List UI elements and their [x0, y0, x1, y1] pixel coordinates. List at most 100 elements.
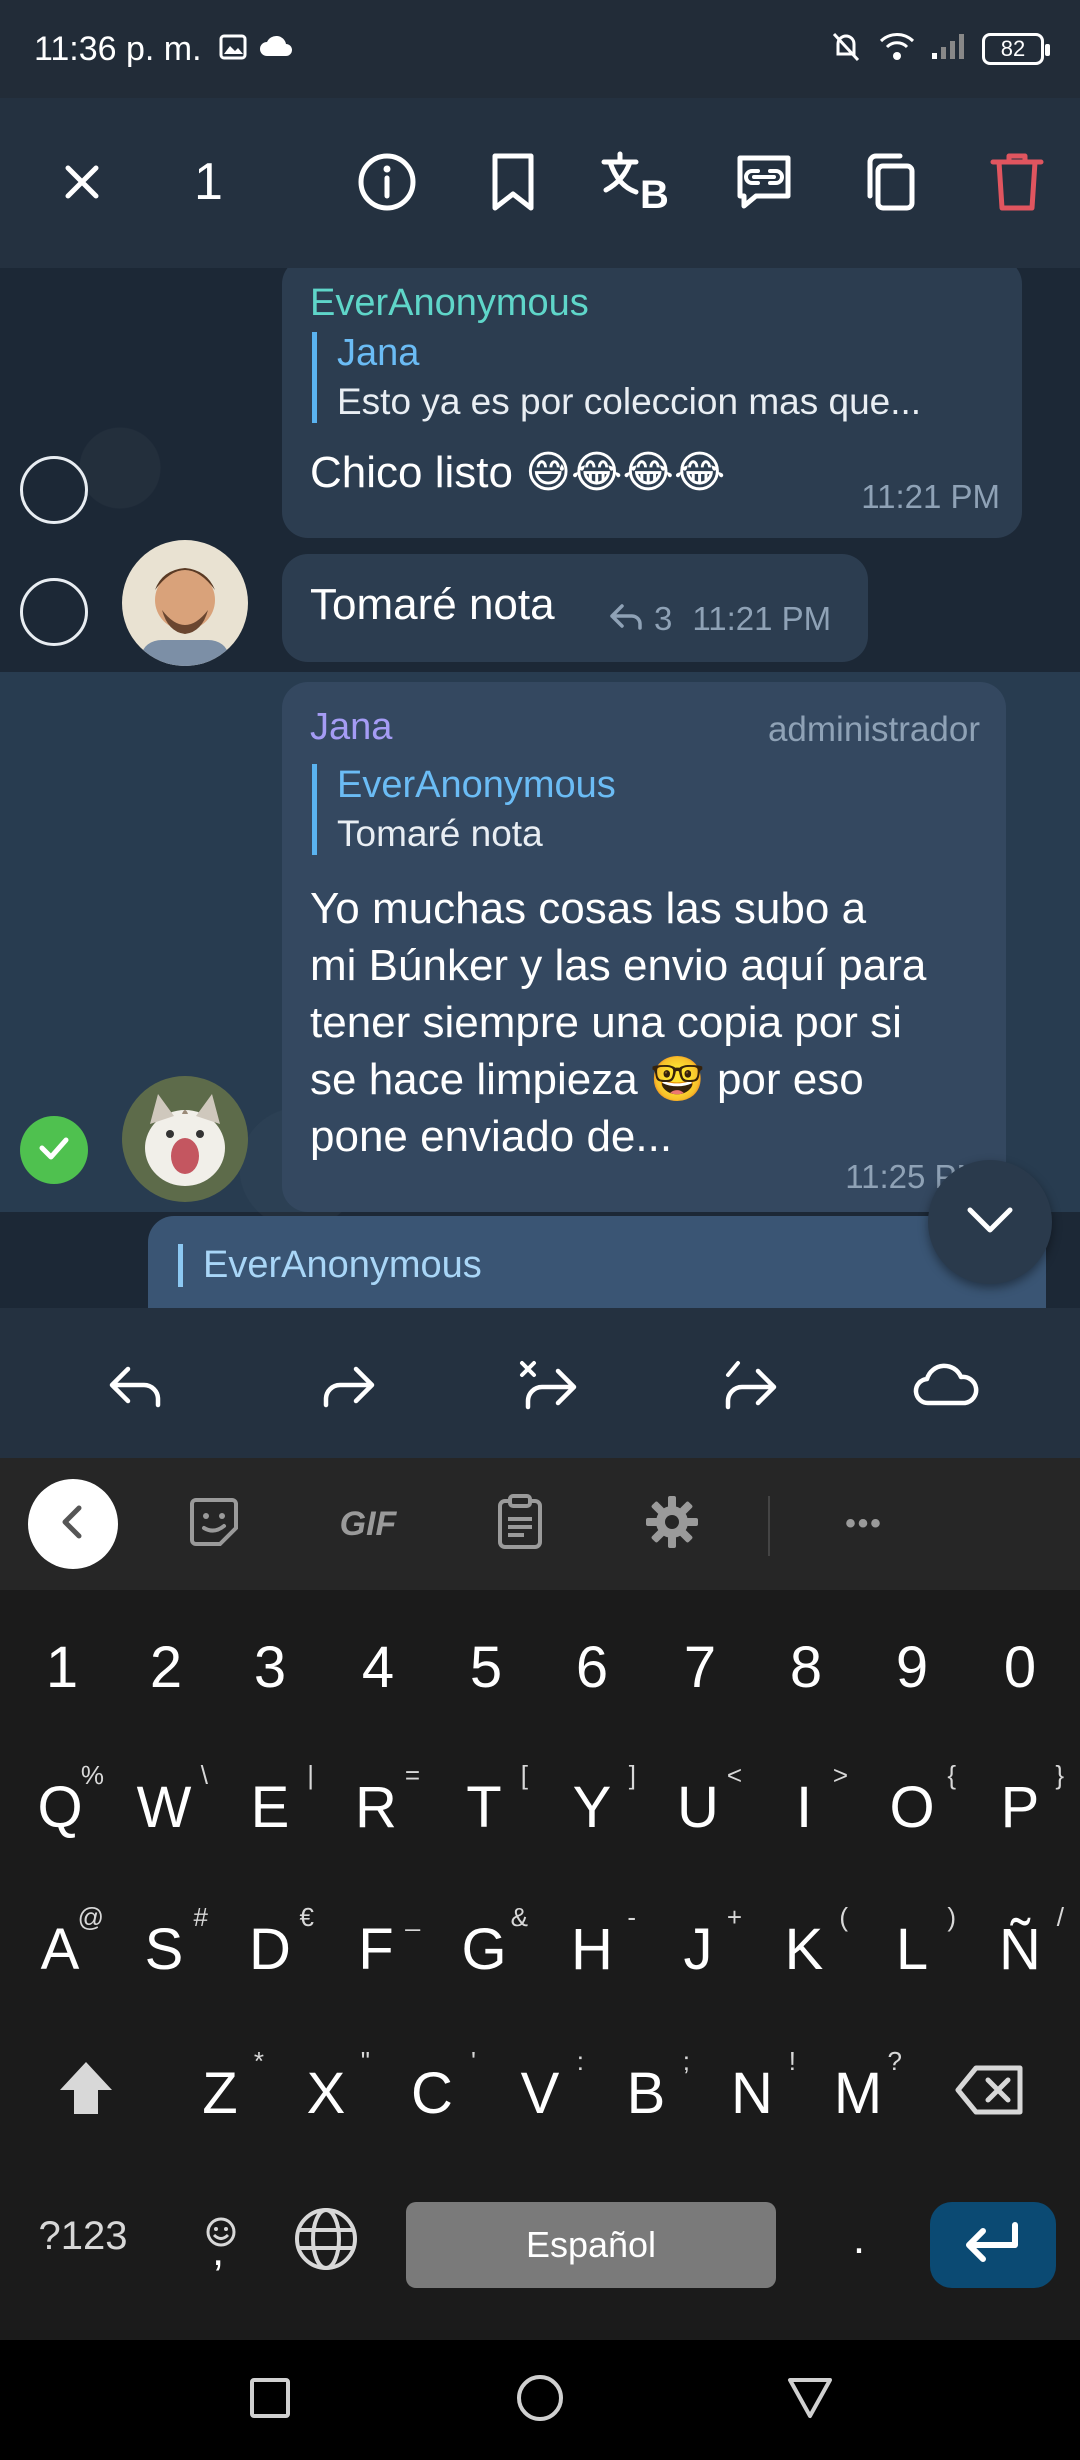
reply-quote[interactable]: Jana Esto ya es por coleccion mas que...	[312, 332, 1002, 423]
key-s[interactable]: S #	[134, 1902, 208, 1983]
reply-quote[interactable]: EverAnonymous Tomaré nota	[312, 764, 972, 855]
scroll-down-button[interactable]	[928, 1160, 1052, 1284]
key-f[interactable]: F _	[346, 1902, 420, 1983]
message-text: Chico listo 😅😂😂😂	[310, 448, 726, 497]
reply-sender: Jana	[337, 332, 420, 374]
message-select-checkbox[interactable]	[20, 456, 88, 524]
key-b[interactable]: B;	[616, 2046, 690, 2127]
period-key[interactable]: .	[834, 2214, 884, 2264]
space-bar[interactable]: Español	[406, 2202, 776, 2288]
key-q[interactable]: Q%	[30, 1760, 104, 1841]
gif-button[interactable]: GIF	[326, 1488, 410, 1560]
sticker-button[interactable]	[178, 1488, 250, 1560]
save-message-button[interactable]	[477, 148, 549, 220]
key-4[interactable]: 4	[348, 1634, 408, 1701]
forward-without-quote-button[interactable]	[512, 1352, 584, 1424]
message-select-checkbox-checked[interactable]	[20, 1116, 88, 1184]
key-w[interactable]: W \	[134, 1760, 208, 1841]
key-8[interactable]: 8	[776, 1634, 836, 1701]
key-5[interactable]: 5	[456, 1634, 516, 1701]
copy-link-button[interactable]	[728, 148, 800, 220]
key-2[interactable]: 2	[136, 1634, 196, 1701]
key-k[interactable]: K(	[774, 1902, 848, 1983]
back-button[interactable]	[774, 2364, 846, 2436]
key-g[interactable]: G &	[454, 1902, 528, 1983]
key-3[interactable]: 3	[240, 1634, 300, 1701]
info-button[interactable]	[351, 148, 423, 220]
keyboard-back-button[interactable]	[28, 1479, 118, 1569]
backspace-key[interactable]	[950, 2058, 1030, 2130]
key-h[interactable]: H-	[562, 1902, 636, 1983]
key-n-tilde[interactable]: Ñ /	[990, 1902, 1064, 1983]
key-c[interactable]: C '	[402, 2046, 476, 2127]
symbols-key[interactable]: ?123	[28, 2214, 138, 2259]
replies-count[interactable]: 3	[654, 600, 672, 638]
key-z[interactable]: Z *	[190, 2046, 264, 2127]
message-text: Yo muchas cosas las subo a mi Búnker y l…	[310, 884, 927, 1161]
sticker-icon	[186, 1494, 242, 1555]
chat-area[interactable]: EverAnonymous Jana Esto ya es por colecc…	[0, 268, 1080, 1308]
close-selection-button[interactable]	[46, 148, 118, 220]
clipboard-button[interactable]	[484, 1488, 556, 1560]
translate-button[interactable]: B	[600, 148, 676, 220]
forward-button[interactable]	[312, 1352, 384, 1424]
reply-button[interactable]	[100, 1352, 172, 1424]
message-bubble[interactable]: Tomaré nota 3 11:21 PM	[282, 554, 868, 662]
info-icon	[355, 150, 419, 219]
save-to-cloud-button[interactable]	[910, 1352, 982, 1424]
key-u[interactable]: U <	[668, 1760, 742, 1841]
enter-key[interactable]	[930, 2202, 1056, 2288]
key-e[interactable]: E |	[240, 1760, 314, 1841]
key-i[interactable]: I >	[774, 1760, 848, 1841]
key-p[interactable]: P}	[990, 1760, 1064, 1841]
message-time: 11:21 PM	[692, 600, 832, 637]
key-n[interactable]: N!	[722, 2046, 796, 2127]
circle-icon	[514, 2372, 566, 2429]
reply-text: Esto ya es por coleccion mas que...	[337, 381, 922, 422]
message-action-bar	[0, 1308, 1080, 1458]
sender-name[interactable]: EverAnonymous	[310, 282, 589, 325]
key-6[interactable]: 6	[562, 1634, 622, 1701]
user-avatar[interactable]	[122, 540, 248, 666]
key-y[interactable]: Y]	[562, 1760, 636, 1841]
message-bubble-selected[interactable]: Jana administrador EverAnonymous Tomaré …	[282, 682, 1006, 1212]
reply-quote[interactable]: EverAnonymous	[178, 1244, 998, 1287]
key-x[interactable]: X "	[296, 2046, 370, 2127]
language-key[interactable]	[288, 2204, 364, 2280]
translate-icon: B	[600, 150, 676, 219]
shift-icon	[54, 2062, 118, 2133]
comma-emoji-key[interactable]: ,	[196, 2196, 246, 2286]
trash-icon	[989, 150, 1045, 219]
message-bubble[interactable]: EverAnonymous Jana Esto ya es por colecc…	[282, 268, 1022, 538]
user-avatar[interactable]	[122, 1076, 248, 1202]
more-options-button[interactable]: •••	[828, 1488, 900, 1560]
key-9[interactable]: 9	[882, 1634, 942, 1701]
message-bubble[interactable]: EverAnonymous	[148, 1216, 1046, 1308]
bookmark-icon	[483, 150, 543, 219]
keyboard-toolbar: GIF •••	[0, 1458, 1080, 1590]
recents-button[interactable]	[234, 2364, 306, 2436]
key-a[interactable]: A @	[30, 1902, 104, 1983]
forward-without-caption-button[interactable]	[712, 1352, 784, 1424]
keyboard-settings-button[interactable]	[636, 1488, 708, 1560]
copy-button[interactable]	[854, 148, 926, 220]
key-7[interactable]: 7	[670, 1634, 730, 1701]
delete-button[interactable]	[981, 148, 1053, 220]
sender-name[interactable]: Jana	[310, 706, 392, 749]
key-m[interactable]: M?	[828, 2046, 902, 2127]
key-r[interactable]: R =	[346, 1760, 420, 1841]
home-button[interactable]	[504, 2364, 576, 2436]
key-0[interactable]: 0	[990, 1634, 1050, 1701]
key-l[interactable]: L)	[882, 1902, 956, 1983]
key-j[interactable]: J +	[668, 1902, 743, 1983]
key-v[interactable]: V:	[510, 2046, 584, 2127]
message-select-checkbox[interactable]	[20, 578, 88, 646]
key-d[interactable]: D €	[240, 1902, 314, 1983]
key-1[interactable]: 1	[32, 1634, 92, 1701]
copy-icon	[860, 150, 920, 219]
link-message-icon	[732, 150, 796, 219]
key-t[interactable]: T[	[454, 1760, 528, 1841]
key-o[interactable]: O{	[882, 1760, 956, 1841]
shift-key[interactable]	[50, 2056, 122, 2128]
forward-no-caption-icon	[716, 1359, 780, 1418]
